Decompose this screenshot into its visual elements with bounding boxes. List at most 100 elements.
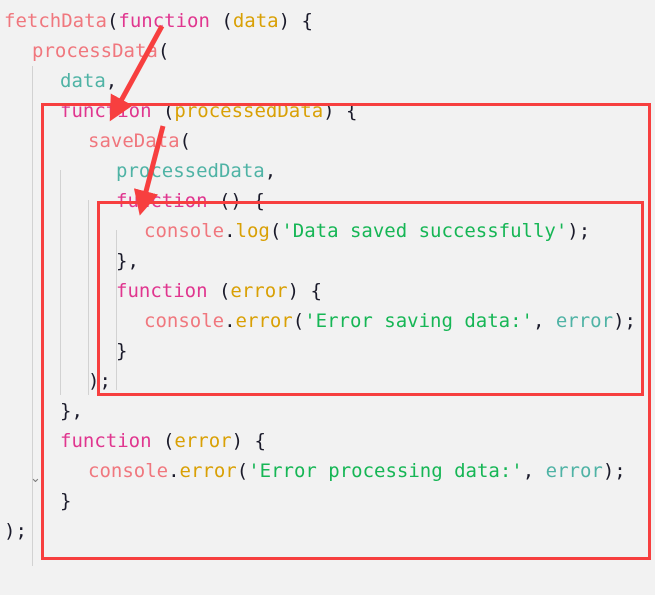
code-line[interactable]: function (processedData) { <box>0 96 655 126</box>
code-line[interactable]: } <box>0 336 655 366</box>
code-line[interactable]: function (error) { <box>0 426 655 456</box>
code-token-punct: } <box>60 490 72 512</box>
code-token-punct: ( <box>221 10 233 32</box>
code-token-fn: console <box>144 220 225 242</box>
code-token-param: processedData <box>174 100 324 122</box>
code-token-punct: { <box>310 280 322 302</box>
code-token-kw: function <box>116 190 208 212</box>
code-token-punct: ( <box>292 310 305 332</box>
code-editor-pane[interactable]: ⌄ fetchData(function (data) {processData… <box>0 0 655 595</box>
code-token-punct: ) <box>278 10 291 32</box>
code-token-param: error <box>230 280 288 302</box>
code-token-punct: ( <box>269 220 282 242</box>
code-token-punct: ) <box>323 100 335 122</box>
code-line[interactable]: console.error('Error processing data:', … <box>0 456 655 486</box>
indent-guide-line <box>32 66 33 566</box>
code-token-punct: { <box>254 430 266 452</box>
code-line-content: processData( <box>0 36 169 66</box>
code-token-punct: }, <box>60 400 83 422</box>
code-line[interactable]: data, <box>0 66 655 96</box>
code-token-punct: { <box>253 190 265 212</box>
code-token-fn: console <box>144 310 225 332</box>
code-token-param: error <box>174 430 232 452</box>
code-line-content: console.error('Error saving data:', erro… <box>0 306 636 336</box>
code-line-content: }, <box>0 246 139 276</box>
code-line-content: processedData, <box>0 156 276 186</box>
code-line[interactable]: processedData, <box>0 156 655 186</box>
code-token-punct: }, <box>116 250 139 272</box>
code-line-content: fetchData(function (data) { <box>0 6 313 36</box>
code-line-content: console.error('Error processing data:', … <box>0 456 626 486</box>
code-line-content: function () { <box>0 186 265 216</box>
code-token-punct: , <box>105 70 118 92</box>
code-line[interactable]: } <box>0 486 655 516</box>
code-token-str: 'Error saving data:' <box>304 310 533 332</box>
code-line[interactable]: }, <box>0 396 655 426</box>
code-token-punct: ); <box>88 370 111 392</box>
code-line[interactable]: ); <box>0 366 655 396</box>
code-token-punct: , <box>264 160 277 182</box>
code-line-content: } <box>0 336 127 366</box>
code-token-punct: ); <box>4 520 27 542</box>
code-line[interactable]: console.log('Data saved successfully'); <box>0 216 655 246</box>
code-token-param: data <box>232 10 279 32</box>
code-line[interactable]: }, <box>0 246 655 276</box>
code-token-param: log <box>235 220 270 242</box>
code-line[interactable]: processData( <box>0 36 655 66</box>
code-token-kw: function <box>60 430 152 452</box>
code-line-content: ); <box>0 366 111 396</box>
code-token-var: error <box>545 460 603 482</box>
code-token-punct: { <box>301 10 313 32</box>
code-token-punct: } <box>116 340 128 362</box>
code-token-kw: function <box>60 100 152 122</box>
code-token-punct: , <box>532 310 556 332</box>
indent-guide-line <box>88 200 89 395</box>
code-line[interactable]: function (error) { <box>0 276 655 306</box>
code-token-fn: console <box>88 460 169 482</box>
code-token-fn: saveData <box>88 130 180 152</box>
code-token-var: data <box>60 70 106 92</box>
code-token-param: error <box>235 310 293 332</box>
code-token-str: 'Error processing data:' <box>248 460 523 482</box>
code-token-punct: ( <box>218 280 231 302</box>
code-line[interactable]: function () { <box>0 186 655 216</box>
code-line-content: saveData( <box>0 126 191 156</box>
code-token-punct: ); <box>602 460 626 482</box>
code-line[interactable]: console.error('Error saving data:', erro… <box>0 306 655 336</box>
code-token-punct: () <box>218 190 242 212</box>
code-lines-container[interactable]: fetchData(function (data) {processData(d… <box>0 0 655 546</box>
code-token-var: error <box>555 310 614 332</box>
indent-guide-line <box>60 170 61 395</box>
code-line-content: function (error) { <box>0 276 322 306</box>
code-token-punct: , <box>522 460 546 482</box>
code-token-punct: ); <box>613 310 636 332</box>
code-token-punct: ( <box>157 40 170 62</box>
code-token-punct: ( <box>162 430 175 452</box>
code-token-punct: { <box>346 100 358 122</box>
code-line-content: function (error) { <box>0 426 266 456</box>
code-token-punct: ( <box>236 460 249 482</box>
code-token-param: error <box>179 460 237 482</box>
code-line-content: }, <box>0 396 83 426</box>
code-token-fn: processData <box>32 40 158 62</box>
code-line[interactable]: fetchData(function (data) { <box>0 6 655 36</box>
code-line-content: function (processedData) { <box>0 96 358 126</box>
code-line[interactable]: ); <box>0 516 655 546</box>
code-token-punct: ( <box>106 10 119 32</box>
chevron-down-icon[interactable]: ⌄ <box>30 472 41 485</box>
code-line[interactable]: saveData( <box>0 126 655 156</box>
indent-guide-line <box>116 230 117 390</box>
code-token-punct: ( <box>162 100 175 122</box>
code-token-fn: fetchData <box>4 10 107 32</box>
code-line-content: } <box>0 486 71 516</box>
